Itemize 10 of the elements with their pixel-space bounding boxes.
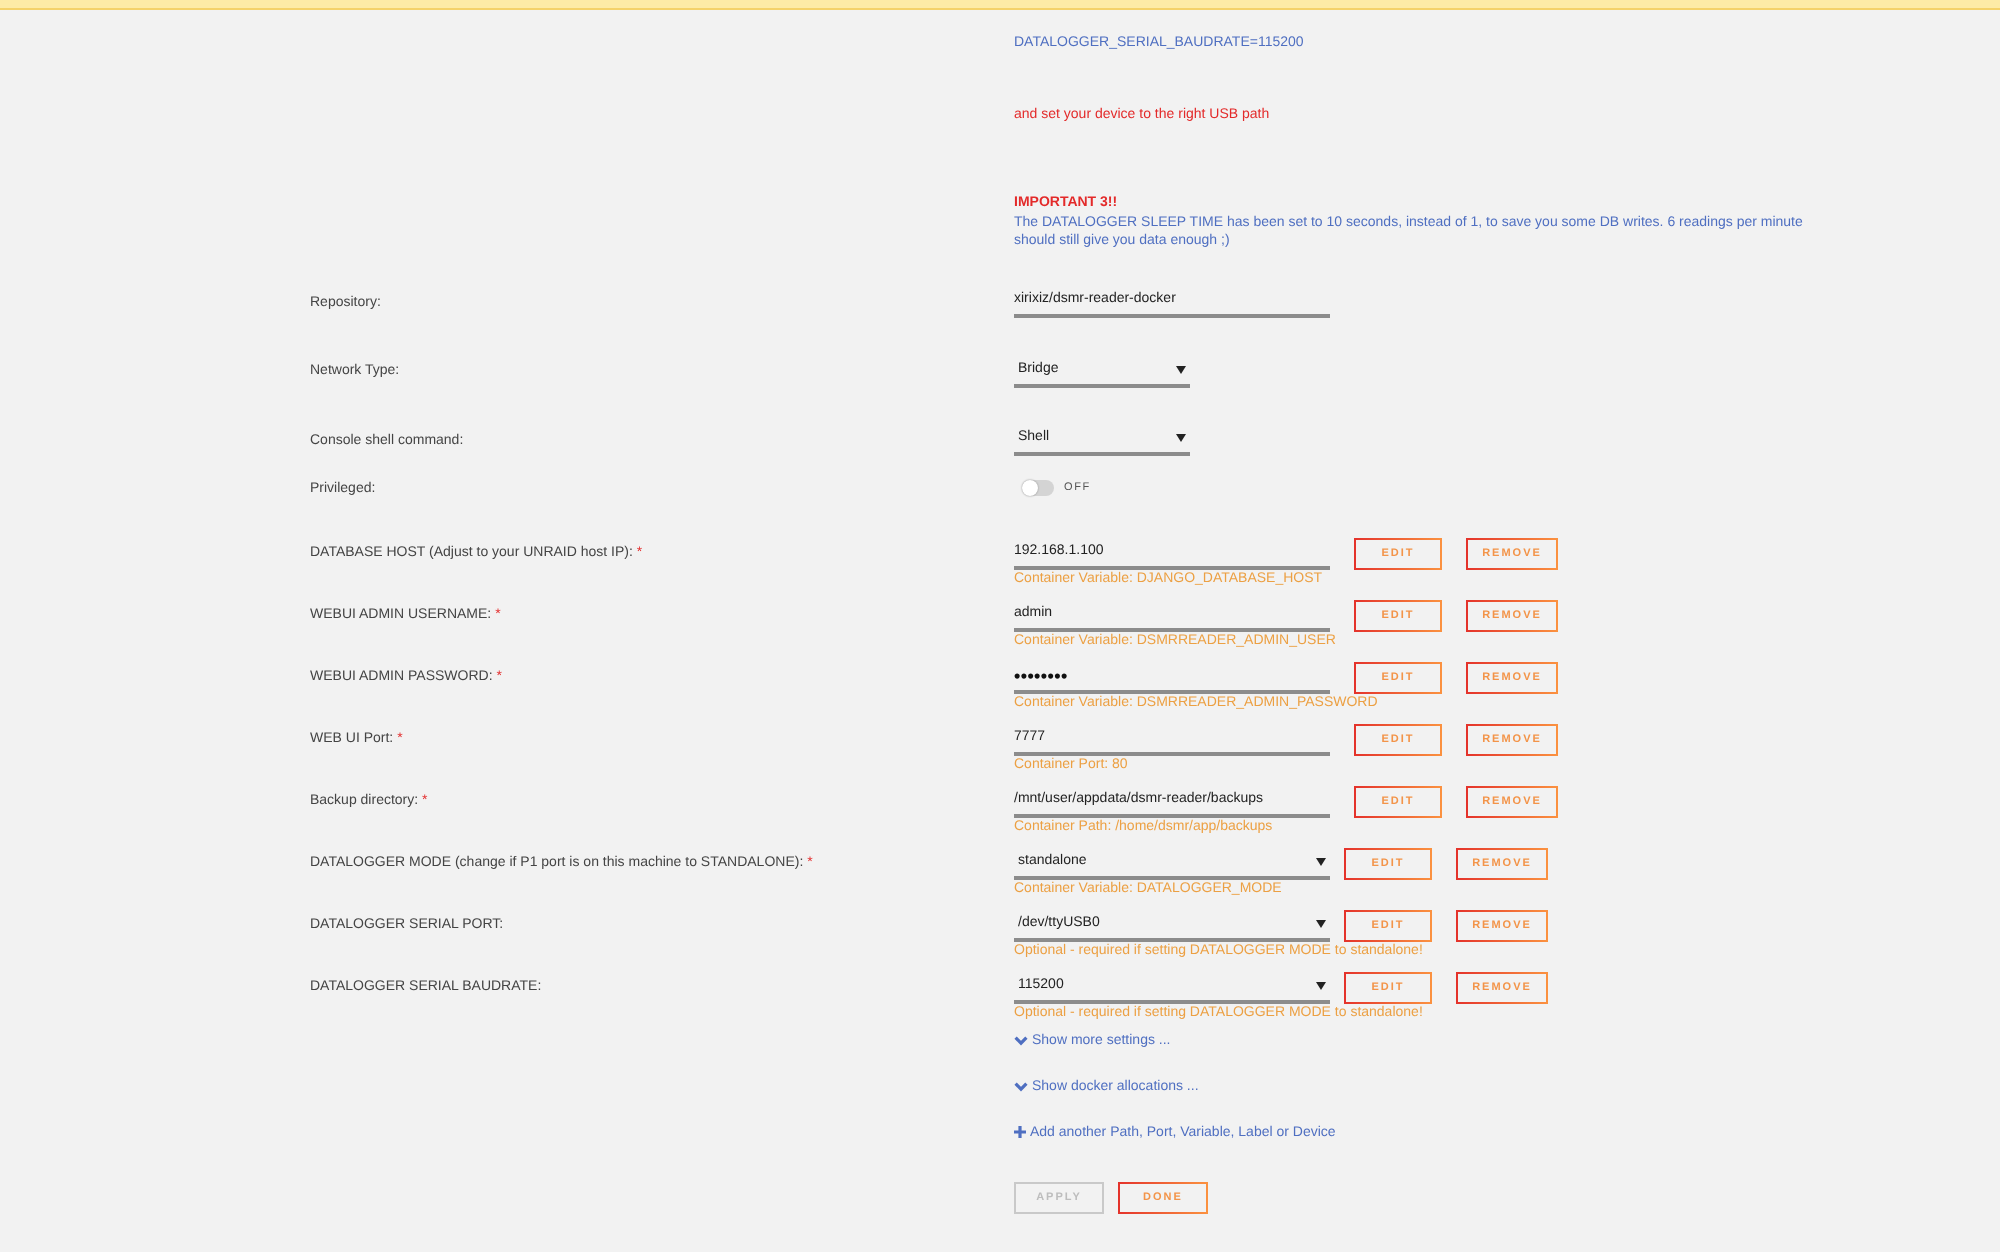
caret-icon [1316, 981, 1326, 989]
chevron-down-icon [1014, 1035, 1028, 1045]
password-field[interactable]: •••••••• [1014, 661, 1330, 693]
plus-icon [1014, 1126, 1026, 1138]
caret-icon [1176, 434, 1186, 442]
chevron-down-icon [1014, 1081, 1028, 1091]
caret-icon [1176, 365, 1186, 373]
caret-icon [1316, 919, 1326, 927]
toggle-switch[interactable] [1022, 480, 1054, 496]
caret-icon [1316, 857, 1326, 865]
